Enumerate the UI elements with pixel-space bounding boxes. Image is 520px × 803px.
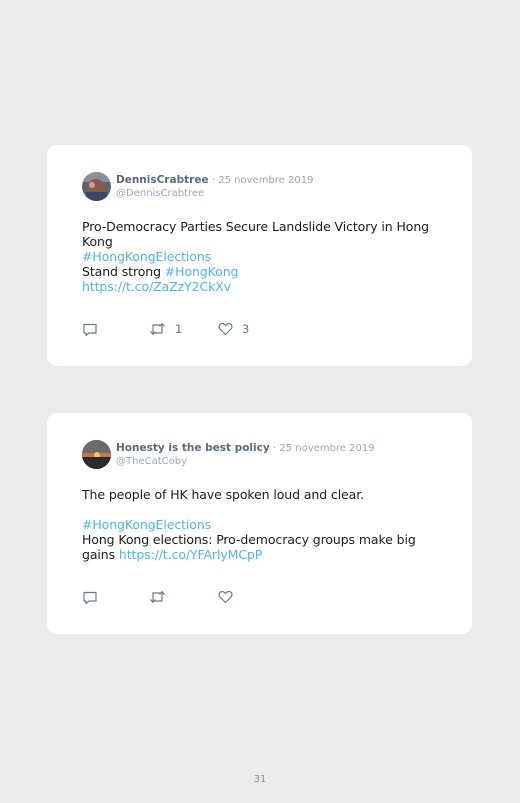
tweet-card: DennisCrabtree · 25 novembre 2019 @Denni…	[47, 145, 472, 366]
display-name[interactable]: Honesty is the best policy	[116, 442, 270, 454]
tweet-card: Honesty is the best policy · 25 novembre…	[47, 413, 472, 634]
tweet-line: The people of HK have spoken loud and cl…	[82, 487, 437, 502]
hashtag-link[interactable]: #HongKongElections	[82, 249, 211, 264]
tweet-line: #HongKongElections	[82, 249, 437, 264]
page-number: 31	[253, 774, 267, 785]
retweet-button[interactable]: 1	[149, 320, 182, 338]
reply-button[interactable]	[82, 320, 98, 338]
user-handle[interactable]: @TheCatCoby	[116, 455, 375, 468]
tweet-line-text: Hong Kong elections: Pro-democracy group…	[82, 532, 416, 547]
tweet-line: Hong Kong elections: Pro-democracy group…	[82, 532, 437, 547]
reply-icon	[83, 323, 97, 336]
like-button[interactable]: 3	[218, 320, 249, 338]
tweet-line	[82, 502, 437, 517]
heart-icon	[218, 590, 233, 604]
user-handle[interactable]: @DennisCrabtree	[116, 187, 313, 200]
hashtag-link[interactable]: #HongKong	[165, 264, 239, 279]
avatar[interactable]	[82, 440, 111, 469]
url-link[interactable]: https://t.co/ZaZzY2CkXv	[82, 279, 231, 294]
tweet-line: #HongKongElections	[82, 517, 437, 532]
reply-button[interactable]	[82, 588, 98, 606]
like-count: 3	[242, 322, 250, 336]
tweet-line-text: gains	[82, 547, 119, 562]
tweet-meta: Honesty is the best policy · 25 novembre…	[116, 442, 375, 468]
tweet-line-text: Pro-Democracy Parties Secure Landslide V…	[82, 219, 429, 234]
retweet-icon	[150, 590, 165, 604]
tweet-line-text: The people of HK have spoken loud and cl…	[82, 487, 364, 502]
display-name[interactable]: DennisCrabtree	[116, 174, 209, 186]
tweet-line: Stand strong #HongKong	[82, 264, 437, 279]
reply-icon	[83, 591, 97, 604]
hashtag-link[interactable]: #HongKongElections	[82, 517, 211, 532]
tweet-line-text: Stand strong	[82, 264, 165, 279]
tweet-text: The people of HK have spoken loud and cl…	[82, 487, 437, 562]
tweet-actions	[82, 588, 382, 606]
tweet-line: https://t.co/ZaZzY2CkXv	[82, 279, 437, 294]
tweet-line: Pro-Democracy Parties Secure Landslide V…	[82, 219, 437, 234]
tweet-actions: 1 3	[82, 320, 382, 338]
retweet-count: 1	[175, 322, 183, 336]
tweet-meta: DennisCrabtree · 25 novembre 2019 @Denni…	[116, 174, 313, 200]
url-link[interactable]: https://t.co/YFArlyMCpP	[119, 547, 262, 562]
retweet-icon	[150, 322, 165, 336]
tweet-text: Pro-Democracy Parties Secure Landslide V…	[82, 219, 437, 294]
tweet-line: gains https://t.co/YFArlyMCpP	[82, 547, 437, 562]
tweet-date: · 25 novembre 2019	[273, 443, 375, 454]
tweet-line: Kong	[82, 234, 437, 249]
tweet-date: · 25 novembre 2019	[211, 175, 314, 186]
retweet-button[interactable]	[149, 588, 175, 606]
avatar[interactable]	[82, 172, 111, 201]
heart-icon	[218, 322, 233, 336]
like-button[interactable]	[218, 588, 242, 606]
tweet-line-text: Kong	[82, 234, 113, 249]
